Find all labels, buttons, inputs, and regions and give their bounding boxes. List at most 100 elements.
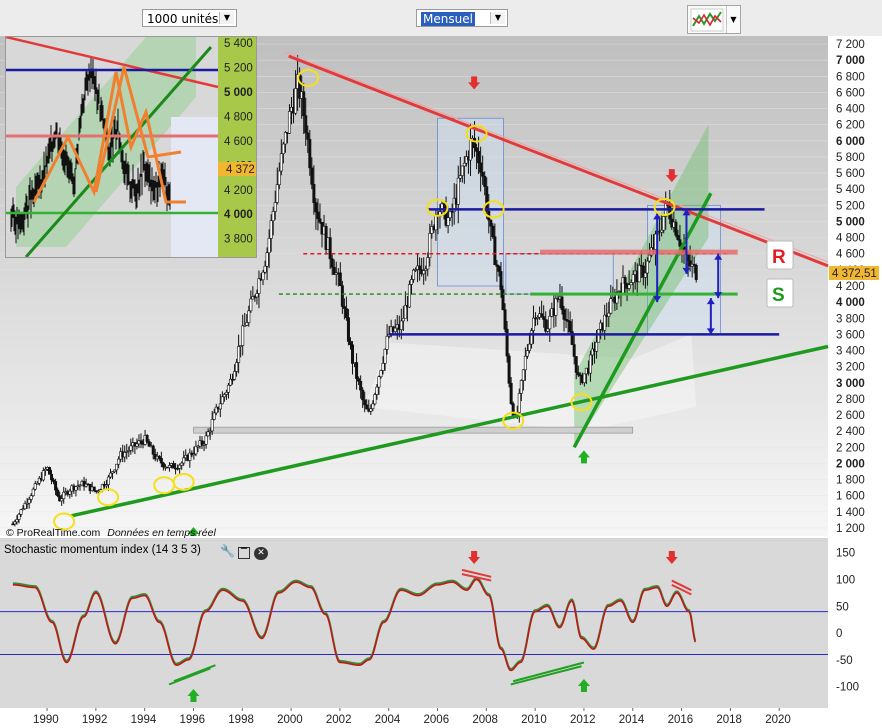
- last-price-label: 4 372,51: [832, 268, 877, 280]
- x-tick-label: 2006: [424, 714, 450, 726]
- candle: [212, 412, 216, 420]
- x-tick-label: 2000: [277, 714, 303, 726]
- candle: [29, 495, 33, 500]
- candle: [235, 362, 239, 372]
- candle: [497, 266, 501, 272]
- last-price-tag: 4 372,51: [829, 266, 879, 280]
- candle: [629, 282, 633, 286]
- candle: [546, 328, 550, 332]
- candle: [182, 457, 186, 464]
- candle: [54, 481, 58, 491]
- y-tick-label: 5 800: [836, 152, 865, 164]
- candle: [643, 272, 647, 278]
- candle: [363, 399, 367, 406]
- x-tick-label: 1994: [131, 714, 157, 726]
- candle: [574, 356, 578, 373]
- y-tick-label: 5 400: [836, 184, 865, 196]
- x-tick-label: 2002: [326, 714, 352, 726]
- candle: [369, 408, 373, 412]
- y-tick-label: 3 200: [836, 362, 865, 374]
- indicator-chart[interactable]: 150 100 50 0 -50 -100: [0, 542, 882, 708]
- chevron-down-icon[interactable]: ▼: [726, 6, 740, 33]
- y-tick-label: 7 200: [836, 39, 865, 51]
- candle: [255, 293, 259, 298]
- candle: [316, 211, 320, 220]
- candle: [249, 298, 253, 312]
- candle: [560, 296, 564, 310]
- candle: [267, 238, 271, 253]
- candle: [261, 271, 265, 281]
- candle: [351, 344, 355, 364]
- candle: [281, 143, 285, 154]
- candle: [572, 344, 576, 357]
- candle: [328, 237, 332, 260]
- candle: [277, 170, 281, 186]
- candle: [338, 272, 342, 286]
- x-tick-label: 1992: [82, 714, 108, 726]
- candle: [241, 325, 245, 346]
- y-tick-label: 4 200: [836, 281, 865, 293]
- candle: [446, 217, 450, 226]
- window-icon[interactable]: ▔: [238, 547, 250, 559]
- candle: [237, 346, 241, 363]
- candle: [62, 491, 66, 500]
- candle: [273, 202, 277, 212]
- candle: [588, 354, 592, 374]
- indicator-title: Stochastic momentum index (14 3 5 3): [4, 544, 201, 556]
- candle: [426, 257, 430, 270]
- candle: [265, 252, 269, 267]
- baseline-box: [193, 426, 634, 434]
- candle: [399, 320, 403, 330]
- candle: [511, 403, 515, 417]
- candle: [623, 277, 627, 284]
- chart-type-button[interactable]: ▼: [687, 5, 741, 34]
- inset-chart[interactable]: 3 8004 0004 2004 4004 6004 8005 0005 200…: [5, 36, 257, 258]
- support-marker[interactable]: S: [766, 278, 794, 308]
- candle: [224, 391, 228, 395]
- indicator-background: [0, 542, 828, 708]
- candle: [31, 488, 35, 496]
- inset-y-tick-label: 4 800: [224, 111, 253, 123]
- y-tick-label: 5 600: [836, 168, 865, 180]
- candle: [312, 184, 316, 203]
- y-tick-label: 6 800: [836, 71, 865, 83]
- candle: [200, 440, 204, 445]
- candle: [491, 225, 495, 237]
- close-icon[interactable]: ✕: [254, 547, 268, 560]
- candle: [194, 446, 198, 455]
- candle: [501, 289, 505, 311]
- candle: [47, 467, 51, 475]
- candle: [542, 316, 546, 320]
- candle: [74, 486, 78, 491]
- candle: [607, 312, 611, 317]
- candle: [306, 132, 310, 140]
- period-select[interactable]: Mensuel ▼: [416, 9, 508, 27]
- candle: [507, 355, 511, 384]
- candle: [287, 111, 291, 134]
- indicator-y-tick-label: 50: [836, 601, 849, 613]
- y-tick-label: 4 000: [836, 297, 865, 309]
- candle: [151, 445, 155, 455]
- x-tick-label: 2010: [521, 714, 547, 726]
- candle: [418, 265, 422, 271]
- candle: [269, 220, 273, 239]
- candle: [468, 139, 472, 161]
- candle: [660, 229, 664, 233]
- candle: [275, 184, 279, 203]
- candle: [178, 464, 182, 469]
- candle: [375, 386, 379, 395]
- indicator-y-tick-label: -100: [836, 682, 859, 694]
- candle: [460, 165, 464, 176]
- resistance-marker[interactable]: R: [766, 240, 794, 270]
- candle: [115, 463, 119, 471]
- candle: [519, 380, 523, 394]
- y-tick-label: 2 600: [836, 410, 865, 422]
- candle: [576, 372, 580, 376]
- candle: [263, 265, 267, 273]
- wrench-icon[interactable]: 🔧: [220, 545, 235, 558]
- candle: [15, 519, 19, 523]
- candle: [409, 279, 413, 285]
- candle: [279, 153, 283, 172]
- units-select[interactable]: 1000 unités ▼: [142, 9, 237, 27]
- y-tick-label: 4 600: [836, 249, 865, 261]
